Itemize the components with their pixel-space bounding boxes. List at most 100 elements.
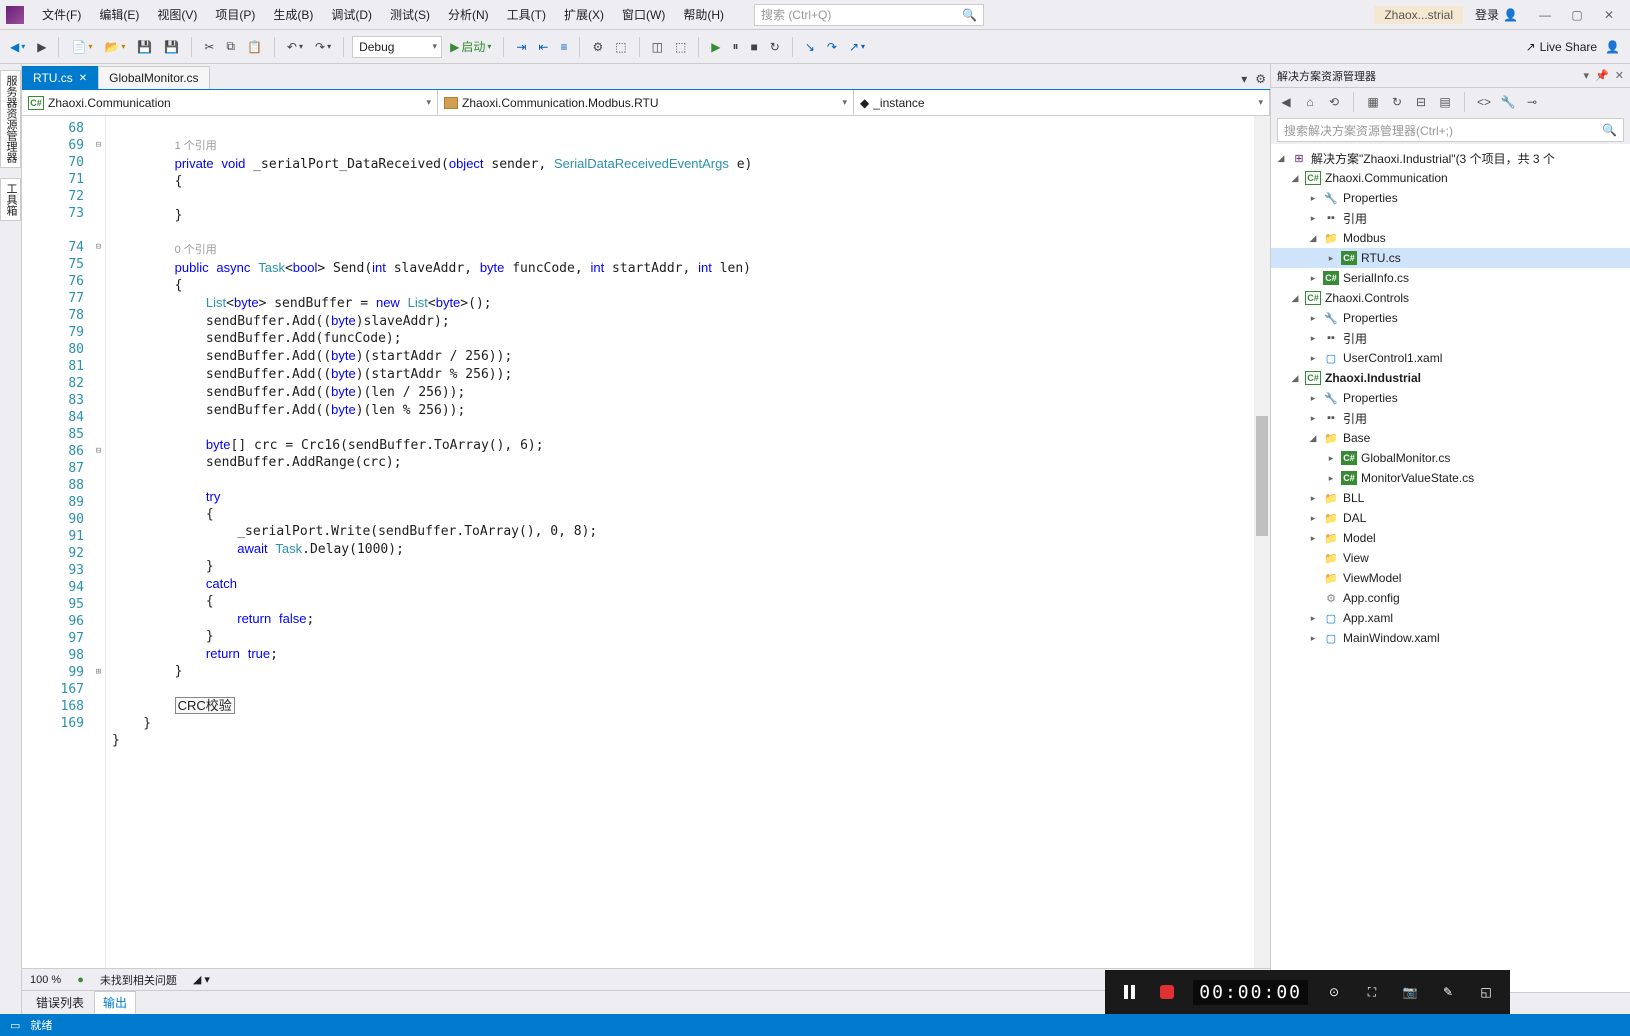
panel-search-input[interactable]: 搜索解决方案资源管理器(Ctrl+;)🔍 (1277, 118, 1624, 142)
tool-button-d[interactable]: ⬚ (671, 37, 690, 57)
account-icon[interactable]: 👤 (1601, 37, 1624, 57)
tree-file-serial[interactable]: ▸C#SerialInfo.cs (1271, 268, 1630, 288)
tree-references[interactable]: ▸▪▪引用 (1271, 208, 1630, 228)
tree-folder-dal[interactable]: ▸📁DAL (1271, 508, 1630, 528)
tree-file-mvs[interactable]: ▸C#MonitorValueState.cs (1271, 468, 1630, 488)
step-button-2[interactable]: ⇤ (534, 37, 552, 57)
tree-file-rtu[interactable]: ▸C#RTU.cs (1271, 248, 1630, 268)
tree-properties-2[interactable]: ▸🔧Properties (1271, 308, 1630, 328)
restart-button[interactable]: ↻ (766, 37, 784, 57)
panel-pin-icon[interactable]: 📌 (1595, 69, 1609, 82)
menu-debug[interactable]: 调试(D) (323, 2, 380, 27)
zoom-combo[interactable]: 100 % (30, 974, 61, 986)
tree-folder-modbus[interactable]: ◢📁Modbus (1271, 228, 1630, 248)
rec-expand-icon[interactable]: ⛶ (1360, 980, 1384, 1004)
tree-solution[interactable]: ◢⊞解决方案"Zhaoxi.Industrial"(3 个项目，共 3 个 (1271, 148, 1630, 168)
nav-member-combo[interactable]: ◆_instance (854, 90, 1270, 115)
tree-properties[interactable]: ▸🔧Properties (1271, 188, 1630, 208)
pause-button[interactable]: ⏸ (729, 36, 743, 57)
minimize-button[interactable]: — (1530, 8, 1560, 22)
rec-record-button[interactable] (1155, 980, 1179, 1004)
solution-tree[interactable]: ◢⊞解决方案"Zhaoxi.Industrial"(3 个项目，共 3 个 ◢C… (1271, 144, 1630, 992)
refresh-icon[interactable]: ↻ (1388, 93, 1406, 111)
tab-dropdown-icon[interactable]: ▾ (1237, 69, 1251, 89)
rail-server-explorer[interactable]: 服务器资源管理器 (0, 70, 21, 168)
menu-project[interactable]: 项目(P) (207, 2, 263, 27)
menu-view[interactable]: 视图(V) (149, 2, 205, 27)
live-share-button[interactable]: ↗Live Share (1526, 40, 1597, 54)
tree-folder-bll[interactable]: ▸📁BLL (1271, 488, 1630, 508)
menu-help[interactable]: 帮助(H) (675, 2, 732, 27)
nav-class-combo[interactable]: Zhaoxi.Communication.Modbus.RTU (438, 90, 854, 115)
scrollbar-thumb[interactable] (1256, 416, 1268, 536)
tree-folder-model[interactable]: ▸📁Model (1271, 528, 1630, 548)
tree-file-gm[interactable]: ▸C#GlobalMonitor.cs (1271, 448, 1630, 468)
tree-references-3[interactable]: ▸▪▪引用 (1271, 408, 1630, 428)
back-icon[interactable]: ◀ (1277, 93, 1295, 111)
nav-project-combo[interactable]: C#Zhaoxi.Communication (22, 90, 438, 115)
rec-camera-icon[interactable]: 📷 (1398, 980, 1422, 1004)
fold-column[interactable]: ⊟ ⊟ ⊟ ⊞ (92, 116, 106, 968)
tree-project-3[interactable]: ◢C#Zhaoxi.Industrial (1271, 368, 1630, 388)
tree-references-2[interactable]: ▸▪▪引用 (1271, 328, 1630, 348)
save-button[interactable]: 💾 (133, 37, 156, 57)
stepover-button[interactable]: ↷ (823, 37, 841, 57)
tab-output[interactable]: 输出 (94, 991, 136, 1014)
tree-folder-view[interactable]: 📁View (1271, 548, 1630, 568)
stepinto-button[interactable]: ↘ (801, 37, 819, 57)
tree-properties-3[interactable]: ▸🔧Properties (1271, 388, 1630, 408)
rec-focus-icon[interactable]: ⊙ (1322, 980, 1346, 1004)
menu-file[interactable]: 文件(F) (34, 2, 89, 27)
props-icon[interactable]: ▤ (1436, 93, 1454, 111)
rec-pip-icon[interactable]: ◱ (1474, 980, 1498, 1004)
login-button[interactable]: 登录👤 (1475, 6, 1518, 23)
panel-close-icon[interactable]: ✕ (1615, 69, 1624, 82)
tree-file-mainwindow[interactable]: ▸▢MainWindow.xaml (1271, 628, 1630, 648)
tab-gear-icon[interactable]: ⚙ (1251, 69, 1270, 89)
step-button-1[interactable]: ⇥ (512, 37, 530, 57)
menu-edit[interactable]: 编辑(E) (91, 2, 147, 27)
new-button[interactable]: 📄▾ (67, 37, 96, 57)
panel-menu-icon[interactable]: ▾ (1584, 69, 1590, 82)
tab-error-list[interactable]: 错误列表 (28, 992, 92, 1013)
tab-rtu[interactable]: RTU.cs✕ (22, 66, 98, 89)
tree-file-appconfig[interactable]: ⚙App.config (1271, 588, 1630, 608)
open-button[interactable]: 📂▾ (100, 37, 129, 57)
tree-file-uc[interactable]: ▸▢UserControl1.xaml (1271, 348, 1630, 368)
menu-build[interactable]: 生成(B) (265, 2, 321, 27)
close-button[interactable]: ✕ (1594, 8, 1624, 22)
sync-icon[interactable]: ⟲ (1325, 93, 1343, 111)
tool-button-a[interactable]: ⚙ (588, 37, 607, 57)
tree-project-2[interactable]: ◢C#Zhaoxi.Controls (1271, 288, 1630, 308)
config-combo[interactable]: Debug (352, 36, 442, 58)
menu-test[interactable]: 测试(S) (382, 2, 438, 27)
save-all-button[interactable]: 💾 (160, 37, 183, 57)
menu-tools[interactable]: 工具(T) (499, 2, 554, 27)
redo-button[interactable]: ↷▾ (311, 37, 335, 57)
close-icon[interactable]: ✕ (79, 73, 87, 84)
nav-fwd-button[interactable]: ▶ (33, 37, 50, 57)
paste-button[interactable]: 📋 (243, 37, 266, 57)
code-icon[interactable]: <> (1475, 93, 1493, 111)
maximize-button[interactable]: ▢ (1562, 8, 1592, 22)
undo-button[interactable]: ↶▾ (283, 37, 307, 57)
comment-button[interactable]: ≡ (556, 37, 571, 57)
code-content[interactable]: 1 个引用 private void _serialPort_DataRecei… (106, 116, 1270, 968)
menu-analyze[interactable]: 分析(N) (440, 2, 497, 27)
rec-edit-icon[interactable]: ✎ (1436, 980, 1460, 1004)
stop-button[interactable]: ■ (747, 37, 762, 57)
home-icon[interactable]: ⌂ (1301, 93, 1319, 111)
user-badge[interactable]: Zhaox...strial (1374, 6, 1463, 24)
tool-button-b[interactable]: ⬚ (611, 37, 630, 57)
nav-back-button[interactable]: ◀▾ (6, 37, 29, 57)
menu-window[interactable]: 窗口(W) (614, 2, 673, 27)
run-button[interactable]: ▶ (707, 37, 724, 57)
rec-pause-button[interactable] (1117, 980, 1141, 1004)
start-button[interactable]: ▶ 启动▾ (446, 35, 495, 58)
tool-button-c[interactable]: ◫ (648, 37, 667, 57)
copy-button[interactable]: ⧉ (222, 36, 239, 57)
stepout-button[interactable]: ↗▾ (845, 37, 869, 57)
health-icon[interactable]: ◢ ▾ (193, 973, 210, 986)
cut-button[interactable]: ✂ (200, 37, 218, 57)
more-icon[interactable]: ⊸ (1523, 93, 1541, 111)
